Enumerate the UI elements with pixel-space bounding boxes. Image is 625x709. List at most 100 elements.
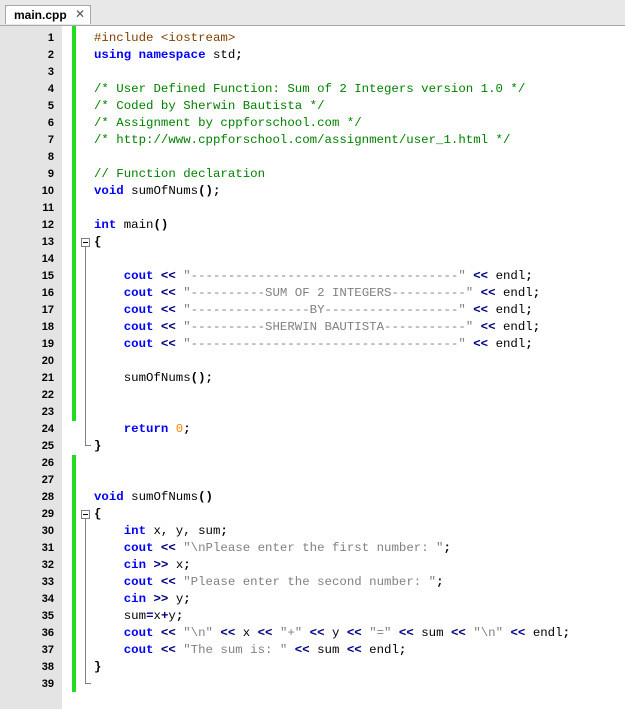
- code-line[interactable]: 12 int main(): [0, 217, 625, 234]
- code-token: <<: [287, 643, 318, 657]
- code-token: <<: [465, 303, 496, 317]
- code-token: ;: [183, 422, 191, 436]
- line-number: 5: [47, 100, 54, 112]
- code-text[interactable]: using namespace std;: [94, 47, 243, 64]
- code-text[interactable]: sum=x+y;: [94, 608, 184, 625]
- code-line[interactable]: 36 cout << "\n" << x << "+" << y << "=" …: [0, 625, 625, 642]
- code-text[interactable]: cin >> y;: [94, 591, 191, 608]
- line-number: 21: [41, 372, 54, 384]
- code-line[interactable]: 14: [0, 251, 625, 268]
- code-line[interactable]: 10 void sumOfNums();: [0, 183, 625, 200]
- code-line[interactable]: 16 cout << "----------SUM OF 2 INTEGERS-…: [0, 285, 625, 302]
- code-text[interactable]: #include <iostream>: [94, 30, 235, 47]
- code-line[interactable]: 32 cin >> x;: [0, 557, 625, 574]
- code-text[interactable]: return 0;: [94, 421, 191, 438]
- code-text[interactable]: /* User Defined Function: Sum of 2 Integ…: [94, 81, 525, 98]
- code-text[interactable]: cout << "Please enter the second number:…: [94, 574, 444, 591]
- code-text[interactable]: cin >> x;: [94, 557, 191, 574]
- code-token: }: [94, 439, 102, 453]
- code-text[interactable]: /* Coded by Sherwin Bautista */: [94, 98, 325, 115]
- code-line[interactable]: 3: [0, 64, 625, 81]
- code-text[interactable]: void sumOfNums(): [94, 489, 213, 506]
- code-text[interactable]: int x, y, sum;: [94, 523, 228, 540]
- code-token: sumOfNums: [94, 371, 191, 385]
- code-token: <<: [153, 320, 184, 334]
- code-line[interactable]: 19 cout << "----------------------------…: [0, 336, 625, 353]
- code-line[interactable]: 8: [0, 149, 625, 166]
- code-text[interactable]: cout << "The sum is: " << sum << endl;: [94, 642, 407, 659]
- code-line[interactable]: 31 cout << "\nPlease enter the first num…: [0, 540, 625, 557]
- code-line[interactable]: 25}: [0, 438, 625, 455]
- code-line[interactable]: 27: [0, 472, 625, 489]
- code-line[interactable]: 34 cin >> y;: [0, 591, 625, 608]
- code-text[interactable]: cout << "-------------------------------…: [94, 268, 533, 285]
- code-line[interactable]: 33 cout << "Please enter the second numb…: [0, 574, 625, 591]
- code-text[interactable]: cout << "----------SUM OF 2 INTEGERS----…: [94, 285, 540, 302]
- code-token: "----------SUM OF 2 INTEGERS----------": [183, 286, 474, 300]
- code-line[interactable]: 2 using namespace std;: [0, 47, 625, 64]
- code-line[interactable]: 20: [0, 353, 625, 370]
- code-line[interactable]: 35 sum=x+y;: [0, 608, 625, 625]
- code-line[interactable]: 39: [0, 676, 625, 693]
- code-token: /* http://www.cppforschool.com/assignmen…: [94, 133, 511, 147]
- code-line[interactable]: 30 int x, y, sum;: [0, 523, 625, 540]
- code-token: (): [153, 218, 169, 232]
- code-text[interactable]: }: [94, 659, 101, 676]
- code-token: {: [94, 507, 102, 521]
- code-text[interactable]: // Function declaration: [94, 166, 265, 183]
- code-text[interactable]: cout << "----------SHERWIN BAUTISTA-----…: [94, 319, 540, 336]
- code-line[interactable]: 37 cout << "The sum is: " << sum << endl…: [0, 642, 625, 659]
- code-text[interactable]: cout << "\nPlease enter the first number…: [94, 540, 451, 557]
- code-text[interactable]: cout << "----------------BY-------------…: [94, 302, 533, 319]
- code-line[interactable]: 22: [0, 387, 625, 404]
- code-editor[interactable]: 1 #include <iostream> 2 using namespace std…: [0, 25, 625, 709]
- code-token: sum: [421, 626, 444, 640]
- code-text[interactable]: {: [94, 506, 101, 523]
- code-token: <<: [503, 626, 533, 640]
- code-line[interactable]: 26: [0, 455, 625, 472]
- line-number: 36: [41, 627, 54, 639]
- code-line[interactable]: 17 cout << "----------------BY----------…: [0, 302, 625, 319]
- code-token: =: [146, 609, 154, 623]
- code-token: ;: [398, 643, 407, 657]
- code-token: }: [94, 660, 102, 674]
- code-text[interactable]: }: [94, 438, 101, 455]
- code-text[interactable]: sumOfNums();: [94, 370, 213, 387]
- code-token: cout: [94, 303, 154, 317]
- code-line[interactable]: 23: [0, 404, 625, 421]
- code-token: ;: [220, 524, 228, 538]
- code-token: x: [153, 609, 161, 623]
- code-token: "\n": [183, 626, 213, 640]
- code-text[interactable]: /* Assignment by cppforschool.com */: [94, 115, 362, 132]
- code-line[interactable]: 29 {: [0, 506, 625, 523]
- code-token: "=": [369, 626, 392, 640]
- code-text[interactable]: int main(): [94, 217, 168, 234]
- line-number: 35: [41, 610, 54, 622]
- code-line[interactable]: 7 /* http://www.cppforschool.com/assignme…: [0, 132, 625, 149]
- code-text[interactable]: void sumOfNums();: [94, 183, 220, 200]
- code-line[interactable]: 24 return 0;: [0, 421, 625, 438]
- code-text[interactable]: cout << "\n" << x << "+" << y << "=" << …: [94, 625, 570, 642]
- code-line[interactable]: 28 void sumOfNums(): [0, 489, 625, 506]
- code-text[interactable]: {: [94, 234, 101, 251]
- code-line[interactable]: 9 // Function declaration: [0, 166, 625, 183]
- code-line[interactable]: 5 /* Coded by Sherwin Bautista */: [0, 98, 625, 115]
- code-line[interactable]: 38}: [0, 659, 625, 676]
- code-token: endl: [495, 303, 526, 317]
- code-token: (): [198, 490, 213, 504]
- code-line[interactable]: 18 cout << "----------SHERWIN BAUTISTA--…: [0, 319, 625, 336]
- code-line[interactable]: 11: [0, 200, 625, 217]
- line-number: 2: [47, 49, 54, 61]
- code-line[interactable]: 6 /* Assignment by cppforschool.com */: [0, 115, 625, 132]
- code-text[interactable]: /* http://www.cppforschool.com/assignmen…: [94, 132, 510, 149]
- code-line[interactable]: 1 #include <iostream>: [0, 30, 625, 47]
- code-token: // Function declaration: [94, 167, 266, 181]
- code-line[interactable]: 13 {: [0, 234, 625, 251]
- tab-main-cpp[interactable]: main.cpp ✕: [5, 5, 91, 24]
- code-token: <<: [465, 337, 496, 351]
- code-line[interactable]: 21 sumOfNums();: [0, 370, 625, 387]
- code-line[interactable]: 15 cout << "----------------------------…: [0, 268, 625, 285]
- code-line[interactable]: 4 /* User Defined Function: Sum of 2 Inte…: [0, 81, 625, 98]
- code-text[interactable]: cout << "-------------------------------…: [94, 336, 533, 353]
- close-icon[interactable]: ✕: [73, 7, 87, 21]
